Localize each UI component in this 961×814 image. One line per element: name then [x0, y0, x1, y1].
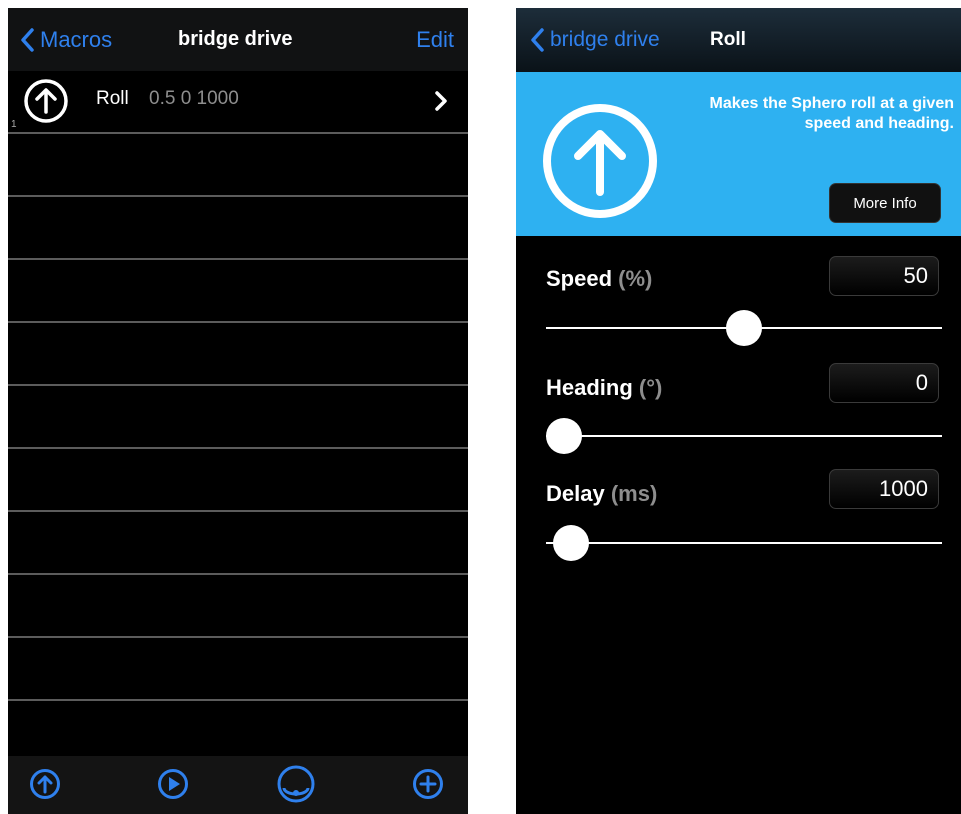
chevron-left-icon — [21, 27, 34, 52]
plus-circle-icon[interactable] — [412, 768, 444, 805]
macro-list-screen: Macros bridge drive Edit 1 Roll 0.5 0 10… — [8, 8, 468, 814]
back-label: bridge drive — [550, 28, 660, 51]
empty-list-row — [8, 260, 468, 323]
heading-unit: (°) — [638, 375, 663, 400]
empty-list-row — [8, 512, 468, 575]
delay-label-text: Delay — [546, 481, 605, 506]
back-label: Macros — [40, 26, 113, 52]
roll-detail-screen: bridge drive Roll Makes the Sphero roll … — [516, 8, 961, 814]
empty-list-row — [8, 449, 468, 512]
empty-list-row — [8, 386, 468, 449]
speed-field[interactable]: 50 — [829, 256, 939, 296]
empty-list-row — [8, 134, 468, 197]
bottom-toolbar — [8, 756, 468, 814]
slider-track — [546, 435, 942, 437]
delay-field[interactable]: 1000 — [829, 469, 939, 509]
empty-list-row — [8, 701, 468, 764]
edit-button[interactable]: Edit — [416, 8, 454, 71]
more-info-button[interactable]: More Info — [829, 183, 941, 223]
empty-list-row — [8, 323, 468, 386]
slider-knob[interactable] — [553, 525, 590, 561]
info-panel: Makes the Sphero roll at a given speed a… — [516, 72, 961, 236]
back-button[interactable]: bridge drive — [530, 8, 660, 72]
slider-knob[interactable] — [726, 310, 762, 346]
page-title: bridge drive — [178, 28, 293, 50]
play-circle-icon[interactable] — [157, 768, 189, 805]
list-item[interactable]: 1 Roll 0.5 0 1000 — [8, 71, 468, 134]
page-title: Roll — [710, 29, 746, 50]
slider-track — [546, 542, 942, 544]
command-name: Roll — [96, 88, 129, 109]
back-button[interactable]: Macros — [20, 8, 112, 71]
chevron-left-icon — [531, 28, 544, 52]
command-description: Makes the Sphero roll at a given speed a… — [709, 95, 954, 132]
nav-bar: bridge drive Roll — [516, 8, 961, 72]
heading-slider[interactable] — [546, 418, 942, 454]
arrow-up-circle-icon — [541, 102, 659, 225]
heading-field[interactable]: 0 — [829, 363, 939, 403]
delay-label: Delay (ms) — [546, 481, 657, 507]
heading-label-text: Heading — [546, 375, 633, 400]
arrow-up-circle-icon[interactable] — [29, 768, 61, 805]
empty-list-row — [8, 575, 468, 638]
row-index: 1 — [11, 119, 17, 130]
empty-list-row — [8, 197, 468, 260]
heading-label: Heading (°) — [546, 375, 662, 401]
empty-list-row — [8, 638, 468, 701]
speed-slider[interactable] — [546, 310, 942, 346]
command-params: 0.5 0 1000 — [149, 88, 239, 109]
speed-unit: (%) — [618, 266, 653, 291]
nav-bar: Macros bridge drive Edit — [8, 8, 468, 71]
command-list: 1 Roll 0.5 0 1000 — [8, 71, 468, 764]
speed-label-text: Speed — [546, 266, 613, 291]
speed-label: Speed (%) — [546, 266, 652, 292]
orbit-circle-icon[interactable] — [276, 764, 316, 809]
slider-knob[interactable] — [546, 418, 582, 454]
arrow-up-circle-icon — [22, 77, 70, 130]
chevron-right-icon — [434, 90, 448, 117]
delay-unit: (ms) — [610, 481, 658, 506]
delay-slider[interactable] — [546, 525, 942, 561]
